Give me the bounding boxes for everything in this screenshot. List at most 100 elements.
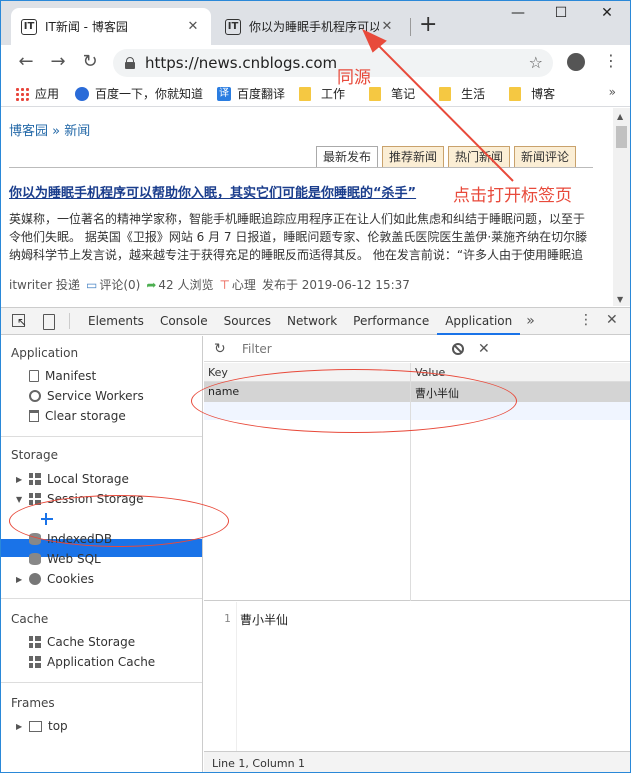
highlight-circle-origin xyxy=(9,495,229,547)
profile-avatar-icon[interactable] xyxy=(567,53,585,71)
tab-strip: IT IT新闻 - 博客园 ✕ IT 你以为睡眠手机程序可以 ✕ + — ☐ ✕ xyxy=(1,1,630,45)
preview-value[interactable]: 曹小半仙 xyxy=(240,611,288,628)
bookmark-label: 笔记 xyxy=(391,87,416,101)
browser-menu-icon[interactable]: ⋮ xyxy=(603,51,619,70)
bookmarks-bar: 应用 百度一下，你就知道 译 百度翻译 工作 笔记 生活 博客 » xyxy=(1,81,630,107)
bookmark-apps[interactable]: 应用 xyxy=(15,85,59,102)
annotation-open-tab: 点击打开标签页 xyxy=(453,186,572,206)
bookmark-folder-notes[interactable]: 笔记 xyxy=(369,85,415,102)
bookmark-baidu[interactable]: 百度一下，你就知道 xyxy=(75,85,203,102)
value-preview: 1 曹小半仙 xyxy=(204,602,630,752)
devtools-tab-network[interactable]: Network xyxy=(279,308,345,335)
toolbar-divider xyxy=(69,313,70,329)
close-devtools-icon[interactable]: ✕ xyxy=(606,312,618,328)
close-tab-icon[interactable]: ✕ xyxy=(185,19,201,34)
sidebar-header-storage: Storage xyxy=(11,448,58,462)
expand-arrow-icon[interactable]: ▶ xyxy=(16,475,22,484)
new-tab-button[interactable]: + xyxy=(419,13,437,37)
devtools-tab-sources[interactable]: Sources xyxy=(216,308,279,335)
tab-hot[interactable]: 热门新闻 xyxy=(448,146,511,168)
sidebar-item-application-cache[interactable]: Application Cache xyxy=(29,655,155,669)
devtools-tab-console[interactable]: Console xyxy=(152,308,216,335)
devtools-tab-performance[interactable]: Performance xyxy=(345,308,437,335)
browser-window: IT IT新闻 - 博客园 ✕ IT 你以为睡眠手机程序可以 ✕ + — ☐ ✕… xyxy=(0,0,631,773)
sidebar-item-web-sql[interactable]: Web SQL xyxy=(29,552,101,566)
back-button[interactable]: ← xyxy=(15,51,37,73)
tab-sleep-article[interactable]: IT 你以为睡眠手机程序可以 ✕ xyxy=(215,8,405,45)
address-bar[interactable]: https://news.cnblogs.com ☆ xyxy=(113,49,553,77)
sidebar-item-label: Clear storage xyxy=(45,409,126,423)
tab-it-news[interactable]: IT IT新闻 - 博客园 ✕ xyxy=(11,8,211,45)
refresh-icon[interactable]: ↻ xyxy=(214,341,230,357)
minimize-button[interactable]: — xyxy=(508,5,528,21)
bookmark-star-icon[interactable]: ☆ xyxy=(529,53,543,72)
tab-title: 你以为睡眠手机程序可以 xyxy=(249,20,379,34)
folder-icon xyxy=(299,86,312,101)
news-tabs: 最新发布 推荐新闻 热门新闻 新闻评论 xyxy=(316,146,580,168)
sidebar-item-cookies[interactable]: Cookies xyxy=(29,572,94,586)
sidebar-item-label: Cache Storage xyxy=(47,635,136,649)
sidebar-item-local-storage[interactable]: Local Storage xyxy=(29,472,129,486)
storage-grid-icon xyxy=(29,636,41,648)
reload-button[interactable]: ↻ xyxy=(79,51,101,73)
news-category[interactable]: 心理 xyxy=(232,276,256,293)
devtools-tab-elements[interactable]: Elements xyxy=(80,308,152,335)
delete-selected-icon[interactable]: ✕ xyxy=(478,341,490,357)
sidebar-item-frame-top[interactable]: top xyxy=(29,719,68,733)
bookmark-label: 百度翻译 xyxy=(237,87,286,101)
page-scrollbar[interactable]: ▲ ▼ xyxy=(613,108,630,306)
more-bookmarks-button[interactable]: » xyxy=(609,85,616,99)
breadcrumb[interactable]: 博客园 » 新闻 xyxy=(9,120,90,139)
annotation-same-origin: 同源 xyxy=(337,68,371,88)
browser-toolbar: ← → ↻ https://news.cnblogs.com ☆ xyxy=(1,45,630,81)
more-tabs-icon[interactable]: » xyxy=(520,313,541,329)
gutter-divider xyxy=(236,602,237,752)
frame-icon xyxy=(29,720,42,732)
bookmark-folder-blog[interactable]: 博客 xyxy=(509,85,555,102)
bookmark-baidu-translate[interactable]: 译 百度翻译 xyxy=(217,85,285,102)
devtools-menu-icon[interactable]: ⋮ xyxy=(579,312,593,328)
tab-latest[interactable]: 最新发布 xyxy=(316,146,379,168)
sidebar-item-label: Manifest xyxy=(45,369,97,383)
scroll-down-icon[interactable]: ▼ xyxy=(617,295,623,304)
sidebar-item-clear-storage[interactable]: Clear storage xyxy=(29,409,126,423)
collapse-arrow-icon[interactable]: ▼ xyxy=(16,495,22,504)
tab-separator xyxy=(410,18,411,36)
it-favicon-icon: IT xyxy=(225,18,241,35)
bookmark-label: 博客 xyxy=(531,87,556,101)
lock-icon xyxy=(125,57,135,69)
sidebar-item-manifest[interactable]: Manifest xyxy=(29,369,96,383)
column-header-key[interactable]: Key xyxy=(208,366,228,379)
scroll-thumb[interactable] xyxy=(616,126,627,148)
filter-input[interactable] xyxy=(238,339,438,358)
devtools-toolbar: Elements Console Sources Network Perform… xyxy=(1,308,630,335)
sidebar-item-label: Web SQL xyxy=(47,552,101,566)
sidebar-item-service-workers[interactable]: Service Workers xyxy=(29,389,144,403)
editor-status-bar: Line 1, Column 1 xyxy=(204,751,630,772)
device-toggle-icon[interactable] xyxy=(39,313,57,330)
maximize-button[interactable]: ☐ xyxy=(551,5,571,21)
news-comments[interactable]: 评论(0) xyxy=(99,276,140,293)
expand-arrow-icon[interactable]: ▶ xyxy=(16,575,22,584)
expand-arrow-icon[interactable]: ▶ xyxy=(16,722,22,731)
forward-button[interactable]: → xyxy=(47,51,69,73)
scroll-up-icon[interactable]: ▲ xyxy=(617,112,623,121)
devtools-tab-application[interactable]: Application xyxy=(437,308,521,335)
sidebar-header-application: Application xyxy=(11,346,79,360)
trash-icon xyxy=(29,410,39,422)
clear-all-icon[interactable] xyxy=(452,342,464,355)
bookmark-label: 生活 xyxy=(461,87,486,101)
sidebar-item-label: Cookies xyxy=(47,572,94,586)
bookmark-label: 百度一下，你就知道 xyxy=(95,87,204,101)
sidebar-item-cache-storage[interactable]: Cache Storage xyxy=(29,635,135,649)
news-author[interactable]: itwriter 投递 xyxy=(9,276,80,293)
news-headline-link[interactable]: 你以为睡眠手机程序可以帮助你入眠，其实它们可能是你睡眠的“杀手” xyxy=(9,182,416,201)
tab-comments[interactable]: 新闻评论 xyxy=(514,146,577,168)
bookmark-folder-life[interactable]: 生活 xyxy=(439,85,485,102)
baidu-paw-icon xyxy=(75,86,90,101)
tab-recommended[interactable]: 推荐新闻 xyxy=(382,146,445,168)
close-window-button[interactable]: ✕ xyxy=(597,5,617,21)
bookmark-label: 应用 xyxy=(35,87,60,101)
inspect-element-icon[interactable] xyxy=(11,313,29,329)
close-tab-icon[interactable]: ✕ xyxy=(379,19,395,34)
